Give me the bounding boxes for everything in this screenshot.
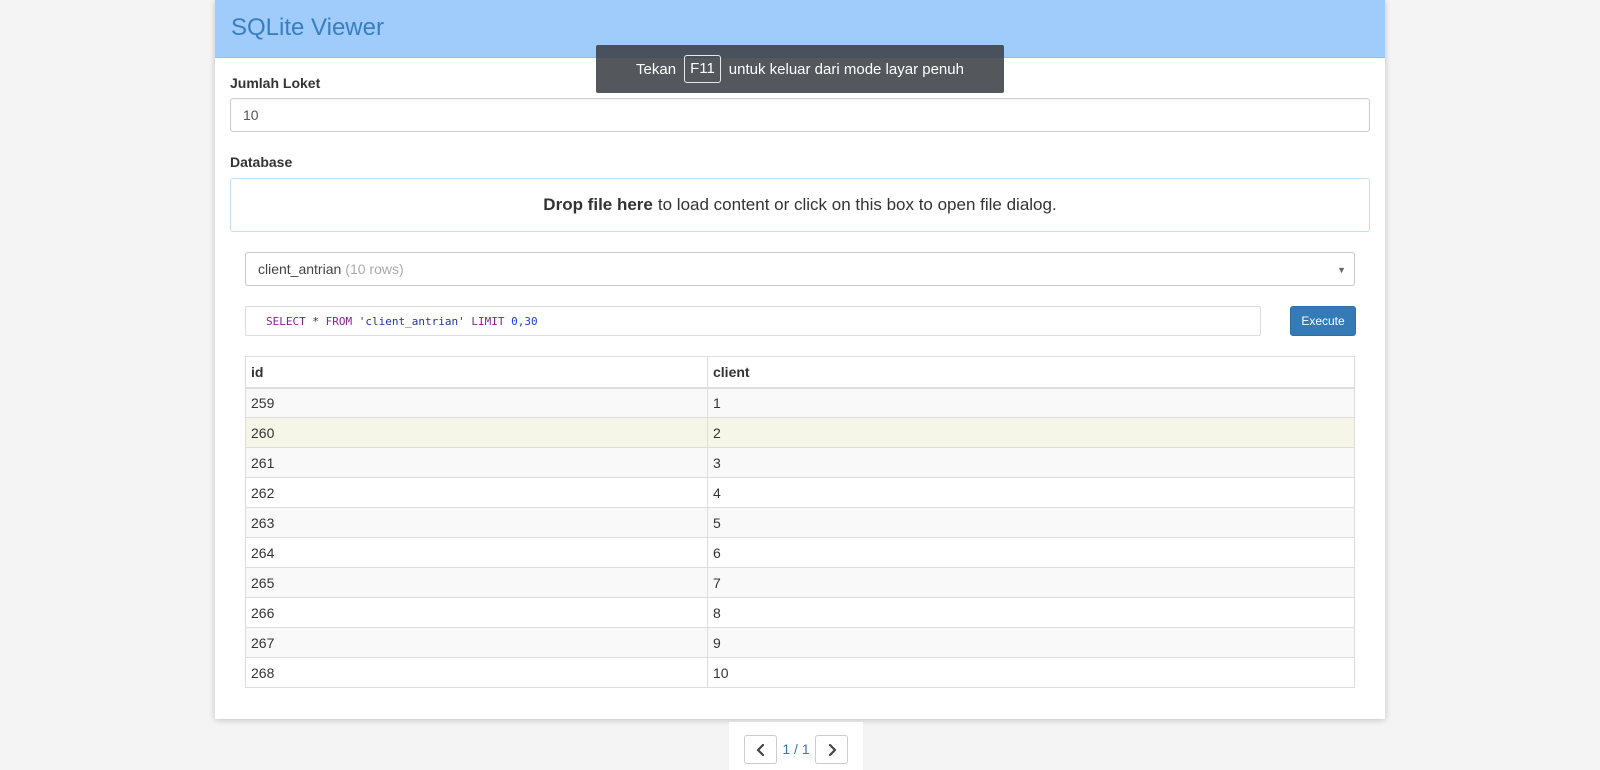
column-header-id[interactable]: id <box>245 356 708 389</box>
table-cell-client: 6 <box>707 537 1355 568</box>
table-cell-id: 261 <box>245 447 708 478</box>
table-cell-client: 2 <box>707 417 1355 448</box>
toast-text-after: untuk keluar dari mode layar penuh <box>728 60 964 78</box>
file-dropzone[interactable]: Drop file here to load content or click … <box>230 178 1370 232</box>
sql-keyword-select: SELECT <box>266 314 306 328</box>
table-cell-id: 260 <box>245 417 708 448</box>
table-cell-client: 8 <box>707 597 1355 628</box>
table-cell-client: 10 <box>707 657 1355 688</box>
table-row: 259 1 <box>245 387 1355 418</box>
table-row: 267 9 <box>245 627 1355 658</box>
column-header-client[interactable]: client <box>707 356 1355 389</box>
table-cell-id: 265 <box>245 567 708 598</box>
table-row-count: (10 rows) <box>345 261 404 277</box>
next-page-button[interactable] <box>815 735 848 764</box>
table-cell-id: 263 <box>245 507 708 538</box>
dropdown-caret-icon: ▼ <box>1337 265 1346 275</box>
table-row: 266 8 <box>245 597 1355 628</box>
table-cell-id: 264 <box>245 537 708 568</box>
table-cell-client: 9 <box>707 627 1355 658</box>
result-table: id client 259 1 260 2 261 3 262 4 263 5 … <box>245 356 1355 688</box>
viewer-panel: SQLite Viewer Jumlah Loket Database Drop… <box>215 0 1385 719</box>
execute-button[interactable]: Execute <box>1290 306 1356 336</box>
table-cell-client: 3 <box>707 447 1355 478</box>
sql-table-string: 'client_antrian' <box>358 314 465 328</box>
table-cell-id: 262 <box>245 477 708 508</box>
table-header-row: id client <box>245 356 1355 389</box>
loket-input[interactable] <box>230 98 1370 132</box>
table-cell-client: 7 <box>707 567 1355 598</box>
table-row: 268 10 <box>245 657 1355 688</box>
table-row: 265 7 <box>245 567 1355 598</box>
table-cell-client: 1 <box>707 387 1355 418</box>
pagination: 1 / 1 <box>729 722 863 770</box>
prev-page-button[interactable] <box>744 735 777 764</box>
loket-label: Jumlah Loket <box>230 75 321 91</box>
table-row: 262 4 <box>245 477 1355 508</box>
page-indicator: 1 / 1 <box>782 741 810 757</box>
table-cell-id: 266 <box>245 597 708 628</box>
table-select[interactable]: client_antrian (10 rows) ▼ <box>245 252 1355 286</box>
sql-query-editor[interactable]: SELECT * FROM 'client_antrian' LIMIT 0,3… <box>245 306 1261 336</box>
table-row: 264 6 <box>245 537 1355 568</box>
chevron-left-icon <box>756 743 764 756</box>
table-row: 261 3 <box>245 447 1355 478</box>
table-select-value: client_antrian <box>258 261 342 277</box>
table-cell-id: 267 <box>245 627 708 658</box>
table-row: 260 2 <box>245 417 1355 448</box>
table-row: 263 5 <box>245 507 1355 538</box>
toast-text-before: Tekan <box>636 60 677 78</box>
sql-keyword-limit: LIMIT <box>471 314 505 328</box>
page-title: SQLite Viewer <box>231 14 384 41</box>
fullscreen-toast: Tekan F11 untuk keluar dari mode layar p… <box>596 45 1004 93</box>
database-label: Database <box>230 154 293 170</box>
table-cell-client: 4 <box>707 477 1355 508</box>
sql-limit-value: 0,30 <box>511 314 538 328</box>
toast-key: F11 <box>684 55 721 83</box>
table-cell-id: 259 <box>245 387 708 418</box>
sql-keyword-from: FROM <box>325 314 353 328</box>
dropzone-bold-text: Drop file here <box>543 195 653 214</box>
table-cell-id: 268 <box>245 657 708 688</box>
chevron-right-icon <box>828 743 836 756</box>
table-cell-client: 5 <box>707 507 1355 538</box>
sql-star: * <box>305 314 326 328</box>
dropzone-text: to load content or click on this box to … <box>657 195 1057 214</box>
